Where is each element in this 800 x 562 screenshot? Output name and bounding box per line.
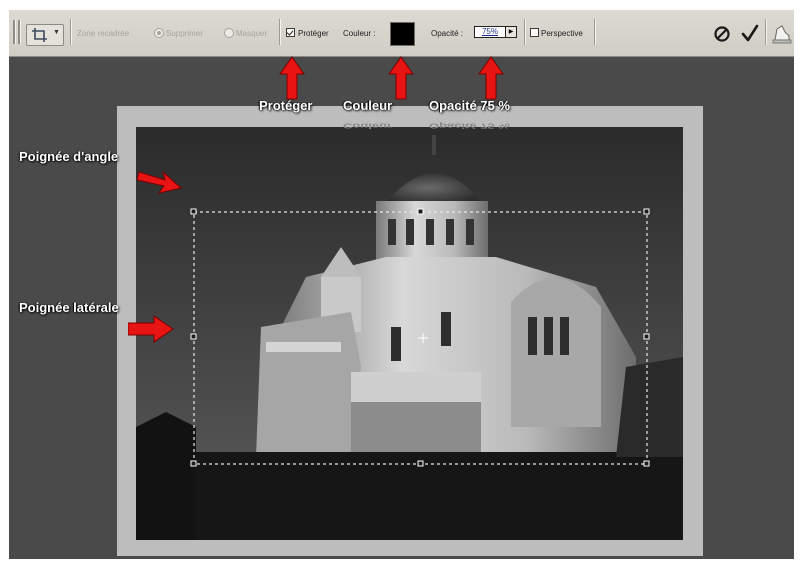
arrow-up-icon bbox=[478, 56, 504, 100]
tool-preset-picker[interactable]: ▼ bbox=[26, 24, 64, 46]
opacity-annotation-reflection: Opacité 75 % bbox=[429, 121, 510, 130]
crop-options-bar: ▼ Zone recadrée : Supprimer Masquer Prot… bbox=[9, 10, 794, 57]
opacity-label: Opacité : bbox=[431, 29, 464, 38]
separator bbox=[70, 19, 72, 45]
basilica-photo bbox=[136, 127, 683, 540]
color-annotation-reflection: Couleur bbox=[343, 121, 393, 130]
color-annotation: Couleur bbox=[343, 98, 393, 113]
cancel-icon bbox=[714, 26, 730, 42]
arrow-up-icon bbox=[388, 56, 414, 100]
shield-annotation: Protéger bbox=[259, 98, 313, 113]
opacity-dropdown-button[interactable]: ▶ bbox=[505, 26, 517, 38]
palette-well-icon bbox=[772, 25, 792, 44]
options-bar-grip-2[interactable] bbox=[18, 20, 21, 44]
chevron-down-icon: ▼ bbox=[53, 29, 60, 36]
hide-radio-label[interactable]: Masquer bbox=[236, 29, 267, 39]
delete-radio[interactable] bbox=[154, 28, 164, 38]
perspective-checkbox[interactable] bbox=[530, 28, 539, 37]
arrow-right-icon bbox=[137, 170, 183, 194]
separator bbox=[279, 19, 281, 45]
separator bbox=[524, 19, 526, 45]
document-canvas[interactable] bbox=[136, 127, 683, 540]
editor-window: ▼ Zone recadrée : Supprimer Masquer Prot… bbox=[9, 10, 794, 559]
shield-color-swatch[interactable] bbox=[390, 22, 415, 46]
checkmark-icon bbox=[741, 24, 759, 42]
arrow-up-icon bbox=[279, 56, 305, 100]
crop-tool-icon bbox=[32, 28, 47, 42]
palette-well-button[interactable] bbox=[769, 20, 794, 46]
opacity-annotation: Opacité 75 % bbox=[429, 98, 510, 113]
hide-radio[interactable] bbox=[224, 28, 234, 38]
arrow-right-icon bbox=[128, 315, 174, 343]
separator bbox=[594, 19, 596, 45]
commit-button[interactable] bbox=[737, 20, 763, 46]
side-handle-annotation: Poignée latérale bbox=[19, 300, 119, 315]
shield-checkbox[interactable] bbox=[286, 28, 295, 37]
color-label: Couleur : bbox=[343, 29, 376, 38]
corner-handle-annotation: Poignée d'angle bbox=[19, 149, 119, 164]
shield-checkbox-label[interactable]: Protéger bbox=[298, 29, 329, 39]
delete-radio-label[interactable]: Supprimer bbox=[166, 29, 203, 39]
chevron-right-icon: ▶ bbox=[508, 29, 514, 35]
cancel-button[interactable] bbox=[709, 20, 735, 46]
options-bar-grip[interactable] bbox=[13, 20, 16, 44]
perspective-checkbox-label[interactable]: Perspective bbox=[541, 29, 583, 39]
opacity-input[interactable]: 75% bbox=[474, 26, 506, 38]
separator bbox=[765, 19, 767, 45]
crop-area-label: Zone recadrée : bbox=[77, 29, 134, 38]
